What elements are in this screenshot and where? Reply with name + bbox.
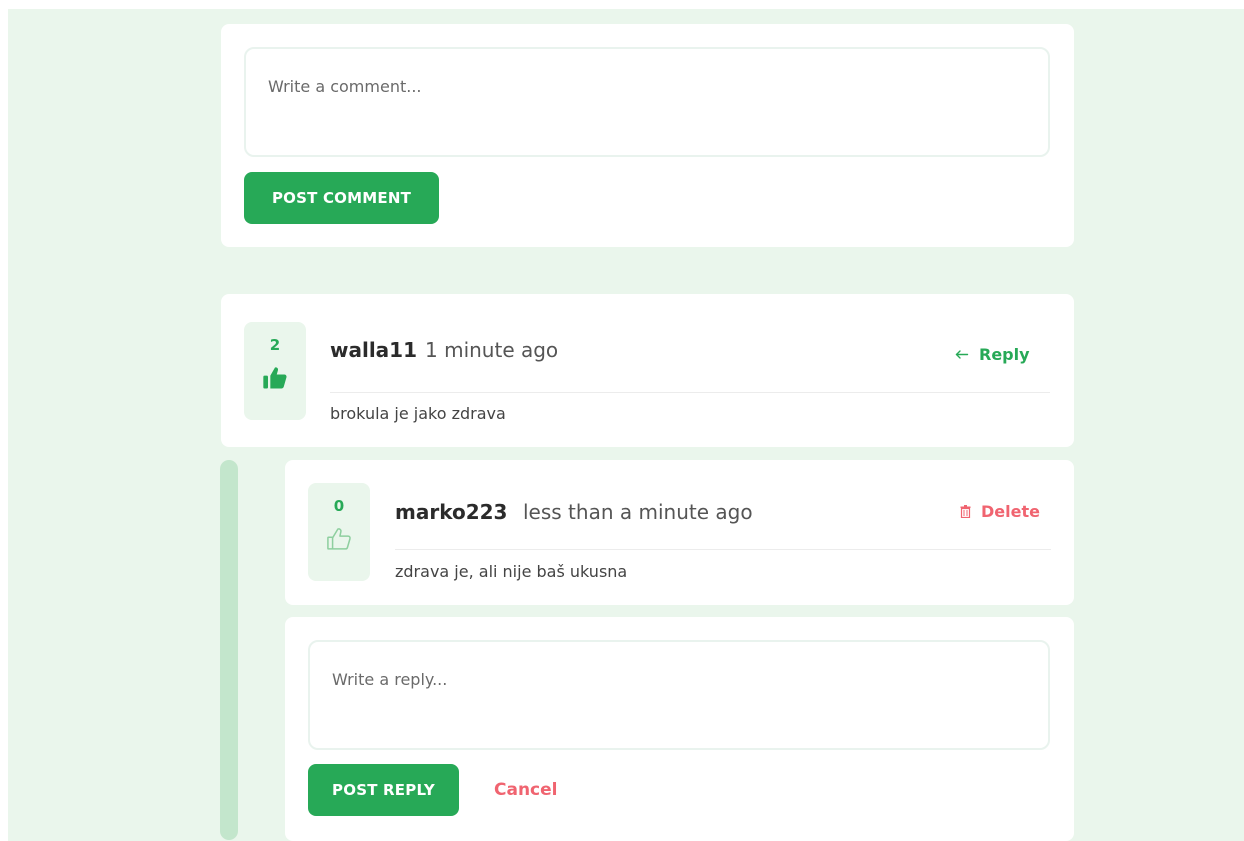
post-reply-button[interactable]: POST REPLY	[308, 764, 459, 816]
reply-card: 0 marko223 less than a minute ago Delete…	[285, 460, 1074, 605]
reply-divider	[395, 549, 1051, 550]
reply-input[interactable]	[308, 640, 1050, 750]
new-comment-card: POST COMMENT	[221, 24, 1074, 247]
trash-icon	[960, 505, 971, 518]
comment-timestamp: 1 minute ago	[425, 338, 559, 362]
vote-box: 2	[244, 322, 306, 420]
comment-divider	[330, 392, 1050, 393]
reply-text: zdrava je, ali nije baš ukusna	[395, 562, 628, 581]
reply-arrow-icon	[955, 349, 969, 359]
cancel-button[interactable]: Cancel	[494, 780, 557, 800]
post-comment-button[interactable]: POST COMMENT	[244, 172, 439, 224]
reply-form-card: POST REPLY Cancel	[285, 617, 1074, 841]
delete-label: Delete	[981, 502, 1040, 521]
vote-count: 0	[333, 497, 345, 515]
thumbs-up-filled-icon[interactable]	[261, 364, 289, 392]
reply-label: Reply	[979, 345, 1030, 364]
comment-username[interactable]: walla11	[330, 338, 417, 362]
reply-username[interactable]: marko223	[395, 500, 507, 524]
reply-button[interactable]: Reply	[955, 345, 1030, 364]
comment-card: 2 walla11 1 minute ago Reply brokula je …	[221, 294, 1074, 447]
comment-input[interactable]	[244, 47, 1050, 157]
thumbs-up-outline-icon[interactable]	[325, 525, 353, 553]
delete-button[interactable]: Delete	[960, 502, 1040, 521]
comment-text: brokula je jako zdrava	[330, 404, 506, 423]
reply-timestamp: less than a minute ago	[523, 500, 753, 524]
vote-count: 2	[269, 336, 281, 354]
vote-box: 0	[308, 483, 370, 581]
comments-page: POST COMMENT 2 walla11 1 minute ago Repl…	[8, 9, 1244, 841]
reply-thread-line	[220, 460, 238, 840]
